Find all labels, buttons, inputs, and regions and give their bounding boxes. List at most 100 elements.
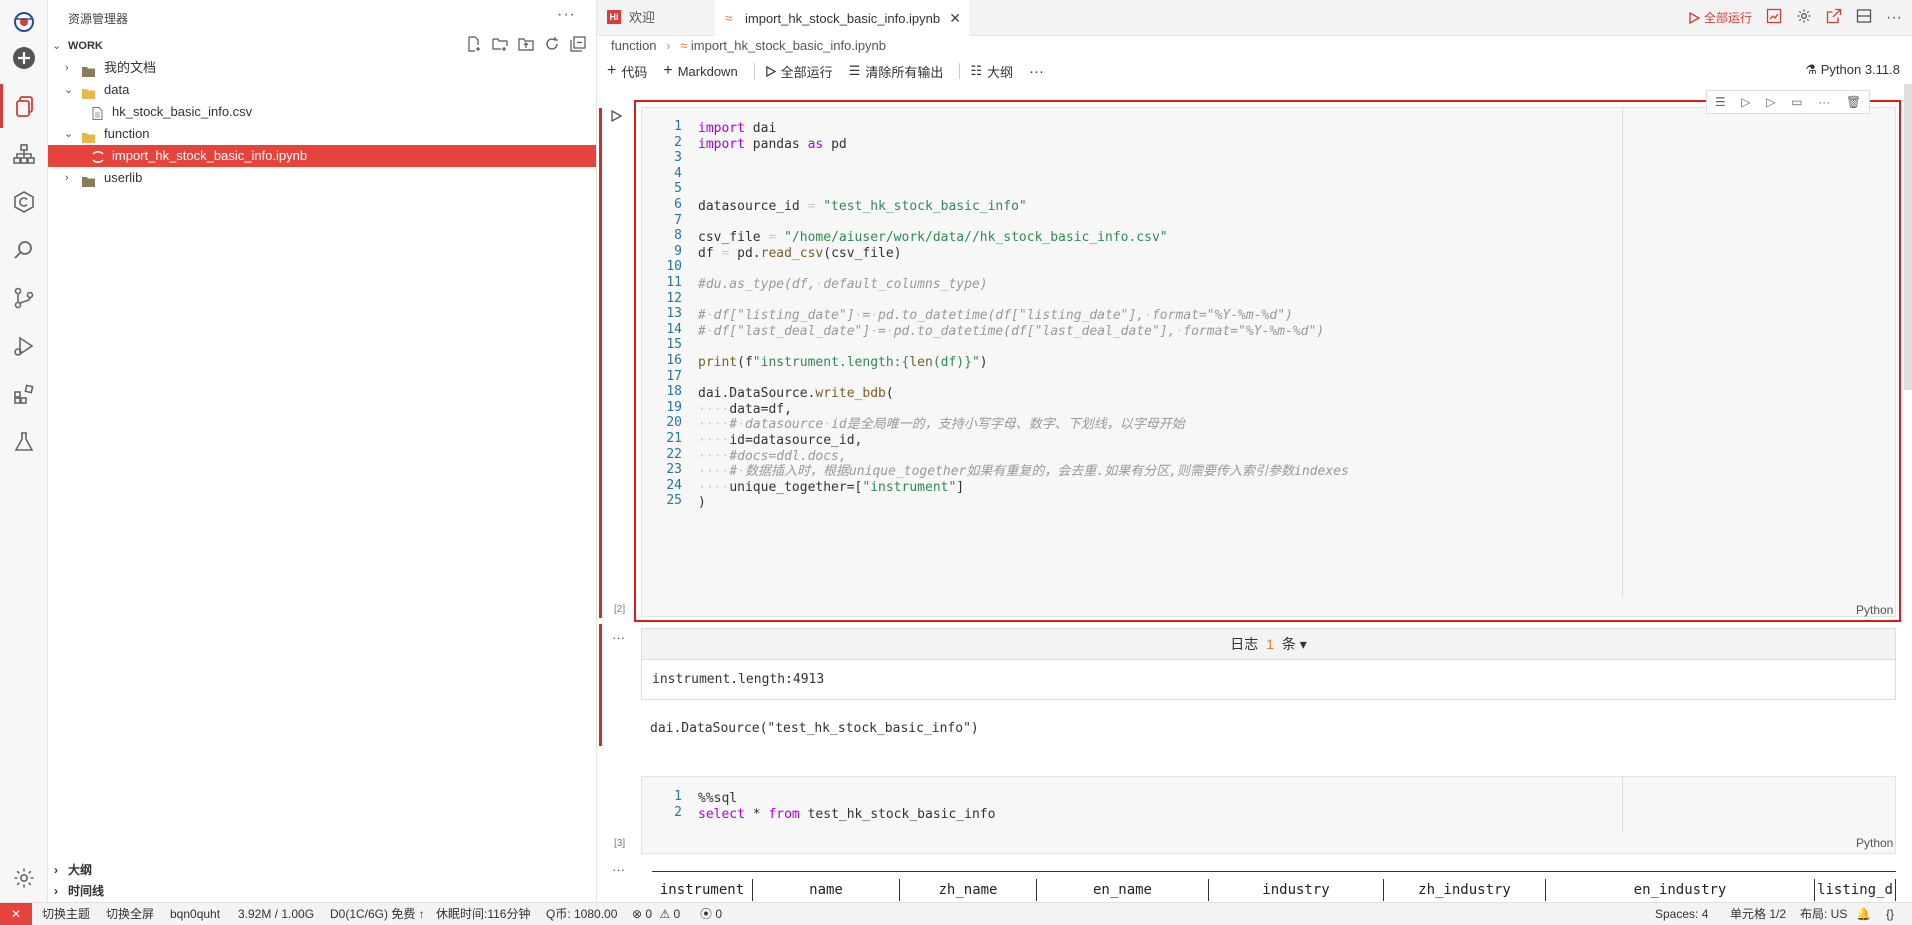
run-by-line-icon[interactable]: ☰ bbox=[1715, 95, 1726, 109]
workspace-label: WORK bbox=[68, 40, 103, 52]
chevron-down-icon: ⌄ bbox=[64, 128, 74, 140]
jupyter-icon bbox=[92, 149, 104, 163]
copyright-icon[interactable] bbox=[0, 180, 47, 224]
table-header-cell[interactable]: industry bbox=[1209, 879, 1384, 901]
run-above-icon[interactable]: ▷ bbox=[1741, 95, 1750, 109]
line-number: 17 bbox=[666, 368, 682, 384]
line-number: 2 bbox=[674, 804, 682, 820]
problems-indicator[interactable]: ⊗ 0 ⚠ 0 bbox=[632, 903, 680, 925]
table-header-cell[interactable]: instrument bbox=[652, 879, 753, 901]
remote-icon[interactable]: ✕ bbox=[0, 903, 32, 925]
braces-icon[interactable]: {} bbox=[1886, 903, 1894, 925]
share-icon[interactable] bbox=[1826, 8, 1842, 27]
output-more-icon[interactable]: ··· bbox=[612, 630, 625, 645]
tree-item-userlib[interactable]: › userlib bbox=[48, 167, 596, 189]
tree-item-my-docs[interactable]: › 我的文档 bbox=[48, 57, 596, 79]
table-header-cell[interactable]: name bbox=[753, 879, 900, 901]
tab-notebook[interactable]: ≈ import_hk_stock_basic_info.ipynb ✕ bbox=[715, 0, 969, 36]
code-line[interactable]: import pandas as pd bbox=[698, 135, 847, 154]
cell-position[interactable]: 单元格 1/2 bbox=[1730, 903, 1786, 925]
theme-toggle[interactable]: 切换主题 bbox=[42, 903, 90, 925]
chart-icon[interactable] bbox=[1766, 8, 1782, 27]
code-line[interactable]: ····unique_together=["instrument"] bbox=[698, 478, 964, 497]
refresh-icon[interactable] bbox=[544, 36, 560, 52]
code-line[interactable]: #du.as_type(df,·default_columns_type) bbox=[698, 275, 988, 294]
code-line[interactable]: df = pd.read_csv(csv_file) bbox=[698, 244, 902, 263]
upload-icon[interactable] bbox=[518, 36, 534, 52]
table-header-cell[interactable]: zh_name bbox=[900, 879, 1037, 901]
indentation[interactable]: Spaces: 4 bbox=[1655, 903, 1708, 925]
run-all-button[interactable]: 全部运行 bbox=[765, 62, 833, 81]
tree-item-notebook[interactable]: import_hk_stock_basic_info.ipynb bbox=[48, 145, 596, 167]
log-header[interactable]: 日志 1 条 ▾ bbox=[642, 629, 1895, 660]
split-layout-icon[interactable] bbox=[1856, 8, 1872, 27]
delete-icon[interactable]: 🗑 bbox=[1846, 95, 1861, 109]
kernel-selector[interactable]: ⚗ Python 3.11.8 bbox=[1805, 62, 1900, 78]
table-header-cell[interactable]: zh_industry bbox=[1384, 879, 1546, 901]
clear-outputs-button[interactable]: ☰ 清除所有输出 bbox=[849, 62, 944, 81]
explorer-more-button[interactable]: ··· bbox=[557, 6, 576, 24]
fullscreen-toggle[interactable]: 切换全屏 bbox=[106, 903, 154, 925]
play-icon bbox=[765, 65, 776, 77]
outline-section[interactable]: › 大纲 bbox=[48, 860, 596, 880]
tree-item-csv[interactable]: hk_stock_basic_info.csv bbox=[48, 101, 596, 123]
add-icon[interactable] bbox=[0, 36, 47, 80]
add-code-button[interactable]: + 代码 bbox=[607, 62, 647, 81]
cell-more-icon[interactable]: ··· bbox=[1818, 95, 1830, 109]
resource-plan[interactable]: D0(1C/6G) 免费 ↑ bbox=[330, 903, 425, 925]
cell-language[interactable]: Python bbox=[1856, 836, 1893, 850]
code-line[interactable]: datasource_id = "test_hk_stock_basic_inf… bbox=[698, 197, 1027, 216]
extensions-icon[interactable] bbox=[0, 372, 47, 416]
code-line[interactable]: ) bbox=[698, 493, 706, 512]
keyboard-layout[interactable]: 布局: US bbox=[1800, 903, 1847, 925]
collapse-all-icon[interactable] bbox=[570, 36, 586, 52]
tree-item-data[interactable]: ⌄ data bbox=[48, 79, 596, 101]
timeline-section[interactable]: › 时间线 bbox=[48, 881, 596, 901]
code-line[interactable]: select * from test_hk_stock_basic_info bbox=[698, 805, 995, 824]
caret-down-icon: ▾ bbox=[1299, 636, 1307, 652]
add-markdown-button[interactable]: + Markdown bbox=[663, 62, 737, 80]
outline-button[interactable]: ☷ 大纲 bbox=[970, 62, 1013, 81]
new-file-icon[interactable] bbox=[466, 36, 482, 52]
vertical-scrollbar[interactable] bbox=[1904, 84, 1912, 390]
close-icon[interactable]: ✕ bbox=[949, 1, 961, 36]
sitemap-icon[interactable] bbox=[0, 132, 47, 176]
code-line[interactable]: print(f"instrument.length:{len(df)}") bbox=[698, 353, 988, 372]
cell-toolbar: ☰ ▷ ▷ ▭ ··· 🗑 bbox=[1706, 90, 1870, 114]
new-folder-icon[interactable] bbox=[492, 36, 508, 52]
flask-icon[interactable] bbox=[0, 420, 47, 464]
toolbar-divider bbox=[959, 63, 961, 79]
cell-language[interactable]: Python bbox=[1856, 603, 1893, 617]
run-cell-button[interactable] bbox=[610, 109, 623, 125]
tree-item-function[interactable]: ⌄ function bbox=[48, 123, 596, 145]
tab-welcome[interactable]: Hi 欢迎 bbox=[597, 0, 715, 35]
table-header-cell[interactable]: en_industry bbox=[1546, 879, 1815, 901]
ruler-line bbox=[1622, 776, 1623, 832]
table-header-cell[interactable]: en_name bbox=[1037, 879, 1209, 901]
ports-indicator[interactable]: ⦿ 0 bbox=[700, 903, 722, 925]
toolbar-divider bbox=[753, 63, 755, 79]
source-control-icon[interactable] bbox=[0, 276, 47, 320]
bell-icon[interactable]: 🔔 bbox=[1856, 903, 1871, 925]
code-line[interactable]: #·df["last_deal_date"]·=·pd.to_datetime(… bbox=[698, 322, 1324, 341]
table-header-cell[interactable]: listing_d bbox=[1815, 879, 1896, 901]
gear-icon[interactable] bbox=[1796, 8, 1812, 27]
output-more-icon[interactable]: ··· bbox=[612, 862, 625, 877]
error-icon: ⊗ bbox=[632, 907, 643, 921]
run-debug-icon[interactable] bbox=[0, 324, 47, 368]
breadcrumb-file[interactable]: import_hk_stock_basic_info.ipynb bbox=[691, 38, 886, 53]
explorer-icon[interactable] bbox=[0, 84, 47, 128]
run-all-tab-button[interactable]: 全部运行 bbox=[1688, 9, 1752, 26]
breadcrumb-folder[interactable]: function bbox=[611, 38, 657, 53]
toolbar-more-button[interactable]: ··· bbox=[1029, 63, 1044, 80]
line-number: 12 bbox=[666, 290, 682, 306]
tab-bar: Hi 欢迎 ≈ import_hk_stock_basic_info.ipynb… bbox=[597, 0, 1912, 36]
user-id[interactable]: bqn0quht bbox=[170, 903, 220, 925]
more-icon[interactable]: ··· bbox=[1886, 9, 1902, 27]
settings-icon[interactable] bbox=[0, 856, 47, 900]
split-cell-icon[interactable]: ▭ bbox=[1791, 95, 1802, 109]
list-icon: ☷ bbox=[970, 63, 983, 78]
search-icon[interactable] bbox=[0, 228, 47, 272]
run-below-icon[interactable]: ▷ bbox=[1766, 95, 1775, 109]
line-number: 1 bbox=[674, 119, 682, 134]
